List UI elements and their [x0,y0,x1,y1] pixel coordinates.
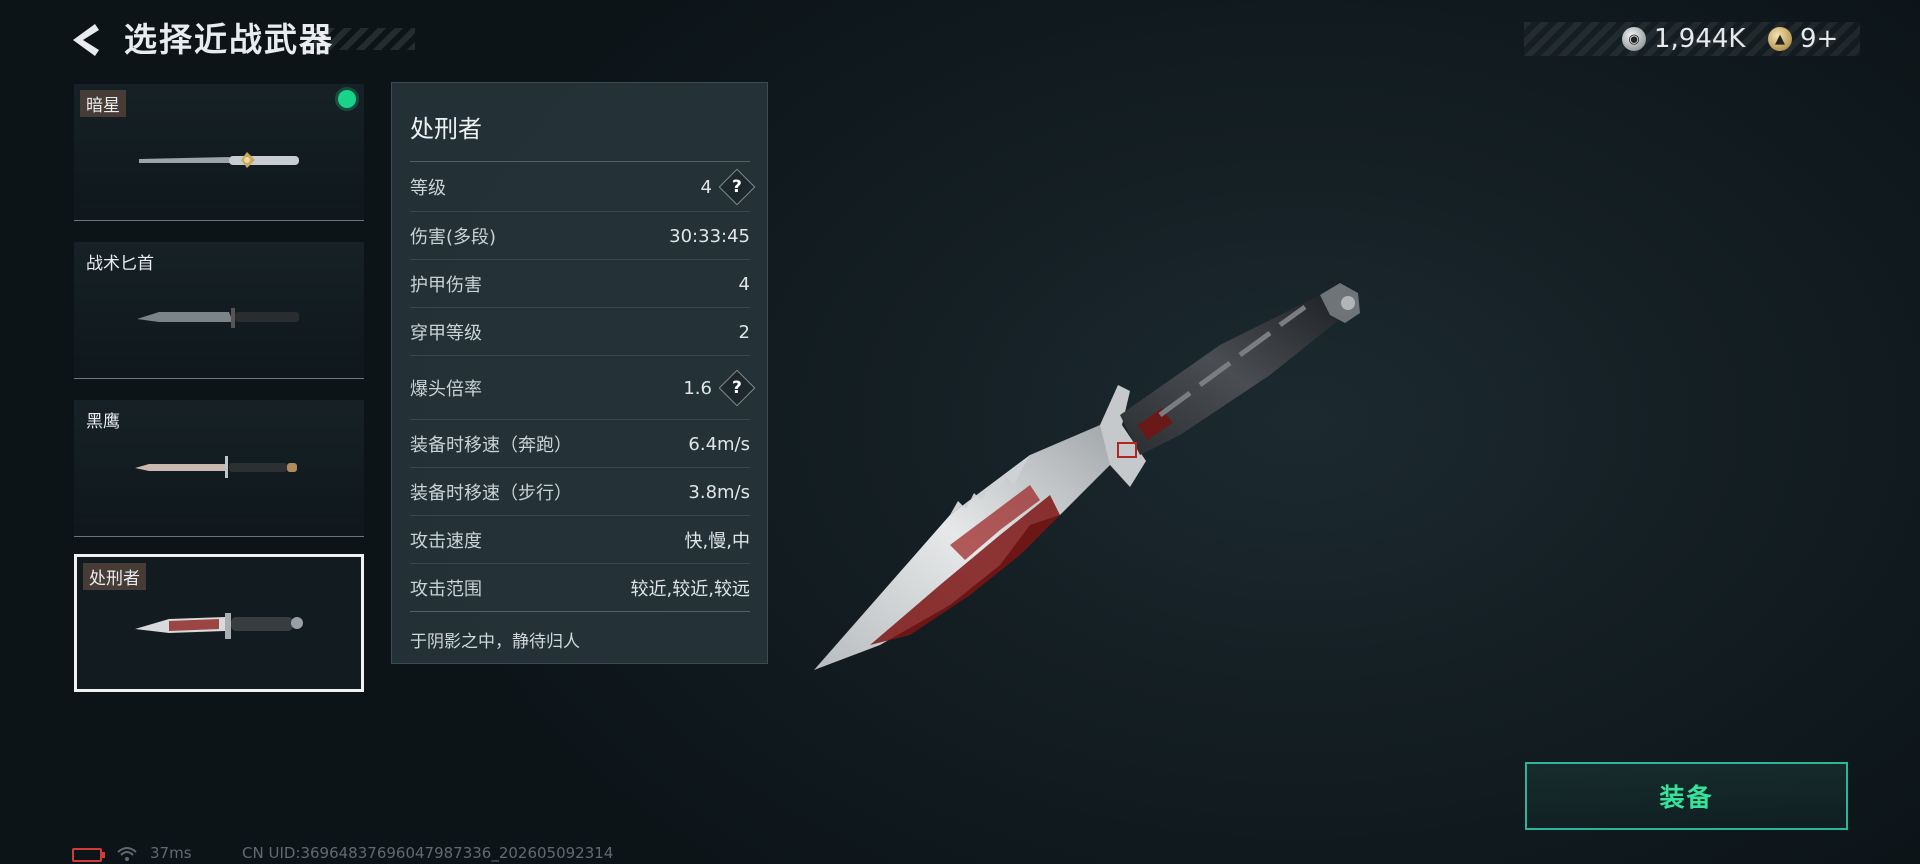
weapon-title: 处刑者 [410,115,482,143]
card-divider [74,536,364,537]
weapon-name: 暗星 [80,90,126,117]
stat-label: 护甲伤害 [410,275,482,296]
knife-thumbnail [139,152,299,168]
gold-currency-value: 9+ [1800,24,1839,54]
stat-label: 装备时移速（步行） [410,483,572,504]
weapon-card-anxing[interactable]: 暗星 [74,84,364,221]
user-uid: CN UID:3696483769604798733​6_20260509231… [242,844,614,862]
stat-value: 4 [738,273,750,295]
stat-row-headshot: 爆头倍率 1.6 ? [410,355,756,420]
equip-button-label: 装备 [1659,783,1714,812]
stat-row-run-speed: 装备时移速（奔跑） 6.4m/s [410,419,750,468]
gold-medal-icon: ▲ [1768,27,1792,51]
weapon-card-tactical-dagger[interactable]: 战术匕首 [74,242,364,379]
weapon-stats-panel: 处刑者 等级 4 ? 伤害(多段) 30:33:45 护甲伤害 4 穿甲等级 2… [391,82,768,664]
stat-row-attack-range: 攻击范围 较近,较近,较远 [410,563,750,612]
weapon-name: 处刑者 [83,563,146,590]
question-mark-icon: ? [732,378,742,398]
title-decoration [310,28,415,50]
headshot-help-button[interactable]: ? [718,369,756,407]
stat-row-penetration: 穿甲等级 2 [410,307,750,356]
game-scene: 选择近战武器 ◉ 1,944K ▲ 9+ 暗星 战术匕首 黑鹰 处刑者 处刑者 … [0,0,1920,864]
wifi-icon [117,847,137,861]
stat-value-group: 4 ? [700,168,756,206]
knife-thumbnail [135,456,297,478]
stat-value: 6.4m/s [688,433,750,455]
stat-label: 等级 [410,178,446,199]
silver-coin-icon: ◉ [1622,27,1646,51]
stat-value: 快,慢,中 [684,531,750,552]
weapon-name: 黑鹰 [86,412,120,432]
equip-button[interactable]: 装备 [1525,762,1848,830]
knife-3d-preview[interactable] [800,265,1420,685]
stat-row-armor-damage: 护甲伤害 4 [410,259,750,308]
stat-row-walk-speed: 装备时移速（步行） 3.8m/s [410,467,750,516]
stat-value: 30:33:45 [669,225,750,247]
stat-row-attack-speed: 攻击速度 快,慢,中 [410,515,750,564]
gold-currency[interactable]: ▲ 9+ [1768,22,1838,56]
stat-row-damage: 伤害(多段) 30:33:45 [410,211,750,260]
stat-value: 4 [700,176,712,198]
silver-currency[interactable]: ◉ 1,944K [1622,22,1745,56]
stat-value: 较近,较近,较远 [630,579,750,600]
weapon-card-executioner[interactable]: 处刑者 [74,554,364,692]
stat-value: 2 [738,321,750,343]
question-mark-icon: ? [732,177,742,197]
ping-readout: 37ms [150,844,192,862]
stat-value-group: 1.6 ? [683,369,756,407]
weapon-name: 战术匕首 [86,254,154,274]
back-button[interactable] [66,18,106,62]
stat-label: 穿甲等级 [410,323,482,344]
knife-thumbnail [135,613,303,639]
card-divider [74,220,364,221]
flavor-text: 于阴影之中，静待归人 [410,632,580,652]
battery-low-icon [72,848,105,862]
stat-label: 攻击速度 [410,531,482,552]
stat-value: 3.8m/s [688,481,750,503]
weapon-card-black-hawk[interactable]: 黑鹰 [74,400,364,537]
silver-currency-value: 1,944K [1654,24,1746,54]
stat-row-level: 等级 4 ? [410,161,756,212]
stat-label: 伤害(多段) [410,227,497,248]
stat-label: 爆头倍率 [410,379,482,400]
knife-thumbnail [137,308,299,328]
equipped-indicator [338,90,356,108]
level-help-button[interactable]: ? [718,168,756,206]
stat-label: 装备时移速（奔跑） [410,435,572,456]
stat-value: 1.6 [683,377,712,399]
card-divider [74,378,364,379]
back-arrow-icon [73,24,99,56]
page-title: 选择近战武器 [124,20,334,59]
stat-label: 攻击范围 [410,579,482,600]
flavor-divider [410,611,750,612]
